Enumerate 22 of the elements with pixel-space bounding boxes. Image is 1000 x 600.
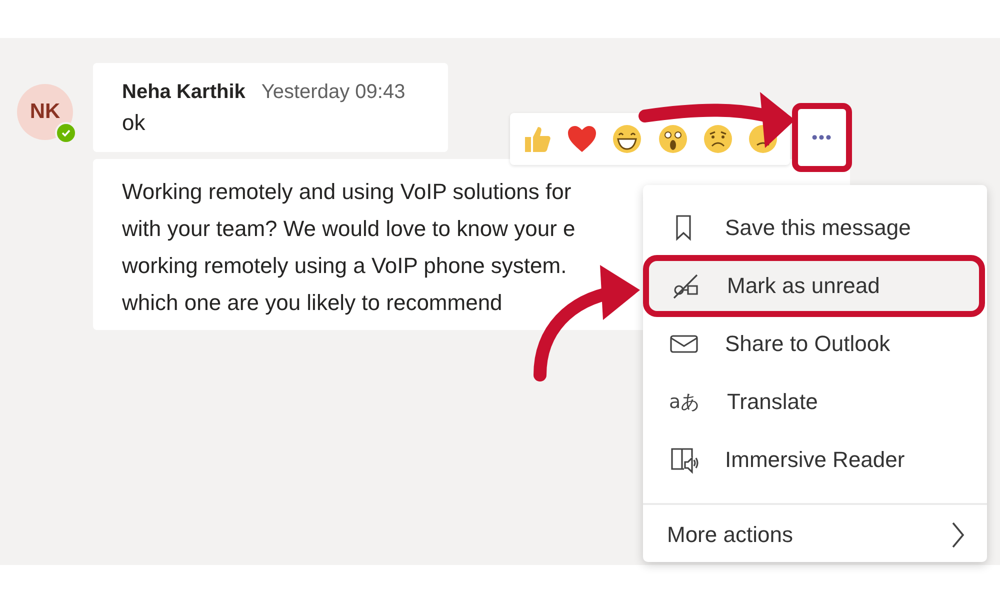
heart-icon[interactable] — [566, 123, 598, 155]
translate-icon: aあ — [669, 389, 701, 415]
check-icon — [61, 128, 71, 138]
menu-item[interactable]: aあ Translate — [643, 373, 987, 431]
laugh-emoji-icon[interactable] — [611, 123, 644, 155]
message-time: Yesterday 09:43 — [261, 81, 406, 104]
chevron-right-icon — [951, 521, 965, 549]
surprised-emoji-icon[interactable] — [656, 123, 689, 155]
more-options-button[interactable]: ••• — [792, 103, 852, 172]
message-text-line: working remotely using a VoIP phone system. — [122, 252, 567, 280]
menu-item[interactable]: Save this message — [643, 199, 987, 257]
message-text: ok — [122, 110, 146, 136]
author-name: Neha Karthik — [122, 81, 246, 104]
message-text-line: Working remotely and using VoIP solutions for — [122, 178, 572, 206]
more-actions-item[interactable]: More actions — [643, 505, 987, 565]
menu-item[interactable]: Mark as unread — [643, 255, 985, 317]
sad-emoji-icon[interactable] — [702, 123, 734, 155]
message-text-line: which one are you likely to recommend — [122, 289, 502, 317]
menu-item[interactable]: Immersive Reader — [643, 431, 987, 489]
menu-item[interactable]: Share to Outlook — [643, 315, 987, 373]
message-text-line: with your team? We would love to know your e — [122, 215, 576, 243]
book-speaker-icon — [669, 445, 699, 475]
